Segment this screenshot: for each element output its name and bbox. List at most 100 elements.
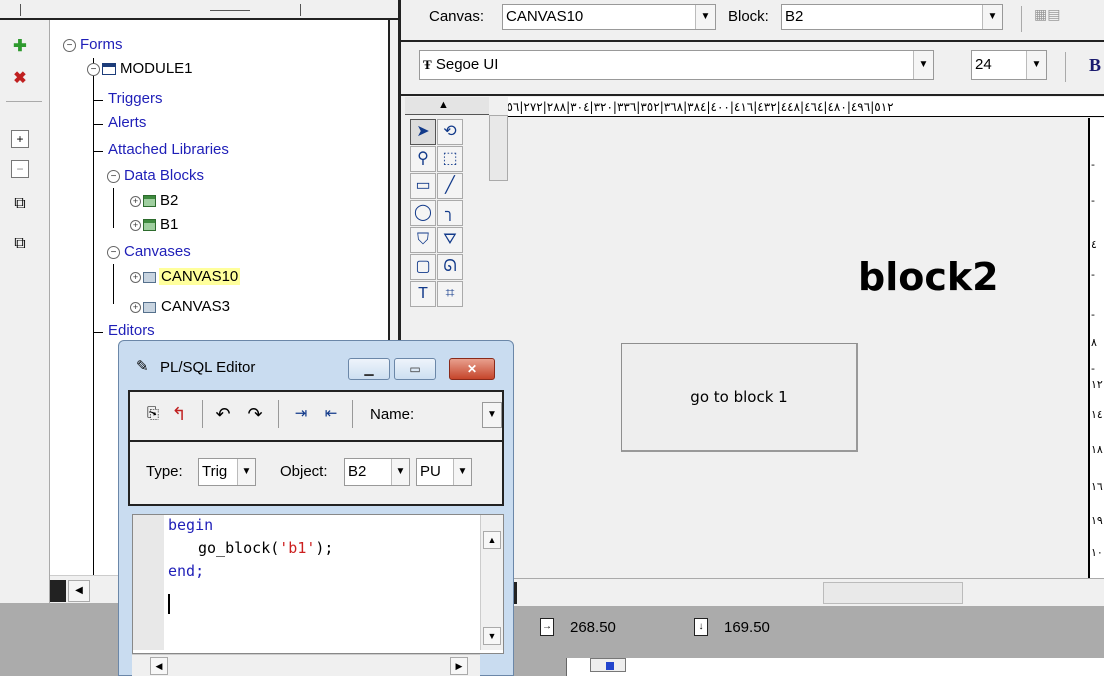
name-label: Name: <box>370 406 415 423</box>
tree-node-canvas10[interactable]: + CANVAS10 <box>130 266 241 288</box>
chevron-down-icon[interactable]: ▼ <box>913 51 933 79</box>
arc-tool-icon[interactable]: ╮ <box>437 200 463 226</box>
type-select[interactable]: Trig ▼ <box>198 458 256 486</box>
layout-horizontal-scrollbar[interactable] <box>508 578 1104 606</box>
collapse-node-icon[interactable]: − <box>107 169 120 183</box>
revert-icon[interactable]: ↰ <box>166 401 192 427</box>
code-line-2: go_block('b1'); <box>198 539 334 557</box>
block-select[interactable]: B2 ▼ <box>781 4 1003 30</box>
module-icon <box>102 63 116 76</box>
scrollbar-thumb[interactable] <box>50 580 66 602</box>
tree-node-block-b1[interactable]: + B1 <box>130 214 180 236</box>
scroll-up-icon[interactable]: ▲ <box>483 531 501 549</box>
chevron-down-icon[interactable]: ▼ <box>391 459 409 485</box>
close-icon[interactable]: ✕ <box>449 358 495 380</box>
collapse-node-icon[interactable]: − <box>87 62 100 76</box>
minimize-icon[interactable]: ▁ <box>348 358 390 380</box>
palette-scrollbar[interactable] <box>489 115 508 181</box>
vertical-ruler: - - ٤ - - ٨ - ١٢ ١٤ ١٨ ١٦ ١٩ ١٠ <box>1088 118 1104 578</box>
collapse-all-icon[interactable]: ⧉ <box>11 235 29 253</box>
x-position-value: 268.50 <box>570 619 616 636</box>
delete-icon[interactable]: ✖ <box>11 70 29 88</box>
block-label: Block: <box>728 8 769 25</box>
expand-node-icon[interactable]: + <box>130 195 141 207</box>
tree-node-canvases[interactable]: − Canvases <box>107 241 193 263</box>
expand-icon[interactable]: + <box>11 130 29 148</box>
redo-icon[interactable]: ↷ <box>242 401 268 427</box>
canvas-label: Canvas: <box>429 8 485 25</box>
collapse-icon[interactable]: − <box>11 160 29 178</box>
text-tool-icon[interactable]: T <box>410 281 436 307</box>
scrollbar-thumb[interactable] <box>823 582 963 604</box>
bold-button[interactable]: B <box>1089 55 1101 76</box>
plsql-toolbar: ⎘ ↰ ↶ ↷ ⇥ ⇤ Name: ▼ <box>128 390 504 442</box>
tree-node-block-b2[interactable]: + B2 <box>130 190 180 212</box>
scroll-left-icon[interactable]: ◀ <box>68 580 90 602</box>
tree-node-triggers[interactable]: Triggers <box>106 88 164 110</box>
y-position-icon: ↓ <box>694 618 708 636</box>
code-gutter <box>133 515 164 650</box>
tree-node-alerts[interactable]: Alerts <box>106 112 148 134</box>
compile-icon[interactable]: ⎘ <box>140 401 166 427</box>
scroll-right-icon[interactable]: ▶ <box>450 657 468 675</box>
tree-node-editors[interactable]: Editors <box>106 320 157 342</box>
collapse-node-icon[interactable]: − <box>107 245 120 259</box>
unindent-icon[interactable]: ⇤ <box>318 401 344 427</box>
indent-icon[interactable]: ⇥ <box>288 401 314 427</box>
select-tool-icon[interactable]: ➤ <box>410 119 436 145</box>
canvas-block-title[interactable]: block2 <box>858 255 999 299</box>
name-select[interactable]: ▼ <box>482 402 502 428</box>
trigger-select[interactable]: PU ▼ <box>416 458 472 486</box>
rotate-tool-icon[interactable]: ⟲ <box>437 119 463 145</box>
canvas-icon <box>143 271 156 283</box>
chevron-down-icon[interactable]: ▼ <box>1026 51 1046 79</box>
chevron-down-icon[interactable]: ▼ <box>483 403 501 427</box>
freehand-tool-icon[interactable]: ᘏ <box>437 254 463 280</box>
ellipse-tool-icon[interactable]: ◯ <box>410 200 436 226</box>
status-bar: → 268.50 ↓ 169.50 <box>508 606 1104 650</box>
text-cursor <box>168 594 170 614</box>
rectangle-tool-icon[interactable]: ▭ <box>410 173 436 199</box>
data-block-icon <box>143 195 156 208</box>
tree-node-forms[interactable]: − Forms <box>63 34 125 56</box>
line-tool-icon[interactable]: ╱ <box>437 173 463 199</box>
collapse-node-icon[interactable]: − <box>63 38 76 52</box>
scroll-down-icon[interactable]: ▼ <box>483 627 501 645</box>
font-size-select[interactable]: 24 ▼ <box>971 50 1047 80</box>
code-horizontal-scrollbar[interactable]: ◀ ▶ <box>132 654 480 676</box>
polyline-tool-icon[interactable]: ⛛ <box>437 227 463 253</box>
polygon-tool-icon[interactable]: ⛉ <box>410 227 436 253</box>
expand-node-icon[interactable]: + <box>130 271 141 283</box>
reshape-tool-icon[interactable]: ⬚ <box>437 146 463 172</box>
chevron-down-icon[interactable]: ▼ <box>695 5 715 29</box>
expand-node-icon[interactable]: + <box>130 219 141 231</box>
bottom-strip <box>508 650 1104 676</box>
add-icon[interactable]: ✚ <box>11 38 29 56</box>
frame-tool-icon[interactable]: ⌗ <box>437 281 463 307</box>
type-label: Type: <box>146 463 183 480</box>
tree-node-module[interactable]: − MODULE1 <box>87 58 195 80</box>
palette-scroll-up[interactable]: ▲ <box>405 97 489 115</box>
maximize-icon[interactable]: ▭ <box>394 358 436 380</box>
expand-all-icon[interactable]: ⧉ <box>11 195 29 213</box>
font-name-select[interactable]: Ŧ Segoe UI ▼ <box>419 50 934 80</box>
go-to-block-button[interactable]: go to block 1 <box>621 343 858 452</box>
object-select[interactable]: B2 ▼ <box>344 458 410 486</box>
magnify-tool-icon[interactable]: ⚲ <box>410 146 436 172</box>
rounded-rectangle-tool-icon[interactable]: ▢ <box>410 254 436 280</box>
tree-node-data-blocks[interactable]: − Data Blocks <box>107 165 206 187</box>
tree-node-attached-libraries[interactable]: Attached Libraries <box>106 139 231 161</box>
chevron-down-icon[interactable]: ▼ <box>237 459 255 485</box>
chevron-down-icon[interactable]: ▼ <box>982 5 1002 29</box>
scroll-left-icon[interactable]: ◀ <box>150 657 168 675</box>
expand-node-icon[interactable]: + <box>130 301 141 313</box>
chevron-down-icon[interactable]: ▼ <box>453 459 471 485</box>
code-line-1: begin <box>168 516 214 534</box>
canvas-select[interactable]: CANVAS10 ▼ <box>502 4 716 30</box>
align-objects-icon[interactable]: ▦▤ <box>1034 6 1060 23</box>
code-vertical-scrollbar[interactable]: ▲ ▼ <box>480 515 503 650</box>
plsql-object-selectors: Type: Trig ▼ Object: B2 ▼ PU ▼ <box>128 442 504 506</box>
undo-icon[interactable]: ↶ <box>210 401 236 427</box>
tree-node-canvas3[interactable]: + CANVAS3 <box>130 296 232 318</box>
canvas-icon <box>143 301 156 313</box>
